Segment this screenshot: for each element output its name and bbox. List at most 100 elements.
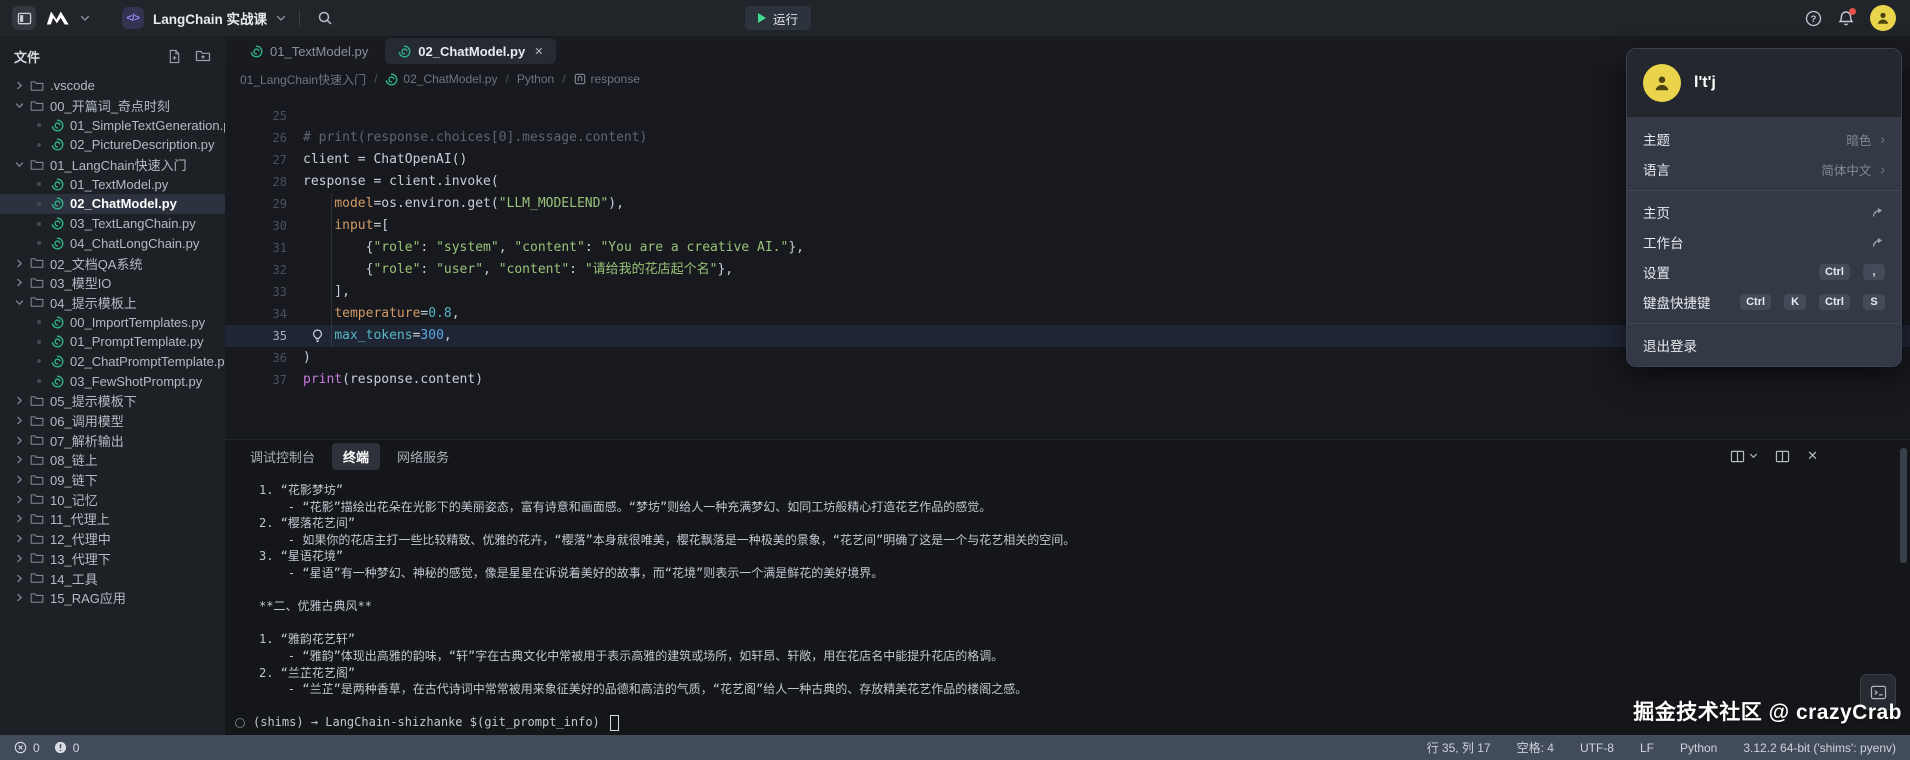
chevron-right-icon xyxy=(15,396,24,405)
python-file-icon xyxy=(51,178,64,191)
tree-item[interactable]: 15_RAG应用 xyxy=(0,588,225,608)
folder-icon xyxy=(30,159,44,171)
tree-item[interactable]: 11_代理上 xyxy=(0,509,225,529)
breadcrumb-item[interactable]: Python xyxy=(517,72,554,86)
terminal-scrollbar[interactable] xyxy=(1900,448,1907,563)
tree-item[interactable]: 10_记忆 xyxy=(0,489,225,509)
tree-item[interactable]: 13_代理下 xyxy=(0,549,225,569)
chevron-right-icon xyxy=(15,278,24,287)
tree-item[interactable]: 08_链上 xyxy=(0,450,225,470)
tree-item[interactable]: 14_工具 xyxy=(0,568,225,588)
panel-tab[interactable]: 调试控制台 xyxy=(239,443,326,470)
tree-item[interactable]: 01_LangChain快速入门 xyxy=(0,155,225,175)
menu-item-right xyxy=(1871,235,1885,249)
workspace-chevron-down-icon[interactable] xyxy=(276,15,286,22)
split-panel-icon[interactable] xyxy=(1775,450,1790,463)
menu-item[interactable]: 工作台 xyxy=(1627,227,1901,257)
tree-item[interactable]: 02_文档QA系统 xyxy=(0,253,225,273)
user-avatar[interactable] xyxy=(1870,5,1896,31)
symbol-icon xyxy=(574,73,586,85)
editor-tab[interactable]: 01_TextModel.py xyxy=(237,38,381,64)
cursor-position[interactable]: 行 35, 列 17 xyxy=(1427,739,1491,756)
tree-item[interactable]: 01_SimpleTextGeneration.py xyxy=(0,115,225,135)
tree-item[interactable]: 01_TextModel.py xyxy=(0,174,225,194)
folder-icon xyxy=(30,454,44,466)
tree-item[interactable]: 03_FewShotPrompt.py xyxy=(0,371,225,391)
panel-tab[interactable]: 终端 xyxy=(332,442,381,470)
breadcrumb-item[interactable]: response xyxy=(574,72,640,86)
line-number: 27 xyxy=(272,153,287,167)
python-interpreter[interactable]: 3.12.2 64-bit ('shims': pyenv) xyxy=(1743,741,1896,755)
logo-chevron-down-icon[interactable] xyxy=(80,15,90,22)
tree-item[interactable]: 02_ChatPromptTemplate.py xyxy=(0,352,225,372)
terminal-line: - “雅韵”体现出高雅的韵味，“轩”字在古典文化中常被用于表示高雅的建筑或场所，… xyxy=(259,648,1004,663)
line-number: 26 xyxy=(272,131,287,145)
tree-item[interactable]: 04_ChatLongChain.py xyxy=(0,234,225,254)
python-file-icon xyxy=(51,119,64,132)
tree-item[interactable]: 04_提示模板上 xyxy=(0,293,225,313)
external-link-icon xyxy=(1871,235,1885,249)
tree-item[interactable]: 00_ImportTemplates.py xyxy=(0,312,225,332)
tree-item[interactable]: 02_ChatModel.py xyxy=(0,194,225,214)
tree-item[interactable]: 05_提示模板下 xyxy=(0,391,225,411)
new-file-icon[interactable] xyxy=(167,49,182,64)
warnings-icon[interactable] xyxy=(54,741,67,754)
run-label: 运行 xyxy=(773,12,799,27)
tree-item-label: 02_ChatModel.py xyxy=(70,196,177,212)
help-icon[interactable]: ? xyxy=(1805,10,1822,27)
menu-item[interactable]: 主页 xyxy=(1627,197,1901,227)
terminal-prompt[interactable]: (shims) → LangChain-shizhanke $(git_prom… xyxy=(235,714,1870,731)
breadcrumb-label: response xyxy=(590,72,640,86)
tree-item[interactable]: 06_调用模型 xyxy=(0,411,225,431)
tree-item[interactable]: 09_链下 xyxy=(0,470,225,490)
breadcrumb-item[interactable]: 01_LangChain快速入门 xyxy=(240,71,366,88)
tree-item[interactable]: 07_解析输出 xyxy=(0,430,225,450)
encoding[interactable]: UTF-8 xyxy=(1580,741,1614,755)
file-status-dot xyxy=(37,339,41,344)
indentation[interactable]: 空格: 4 xyxy=(1517,739,1554,756)
menu-item[interactable]: 设置 Ctrl, xyxy=(1627,257,1901,287)
warnings-count[interactable]: 0 xyxy=(73,741,80,755)
chevron-right-icon xyxy=(15,436,24,445)
tree-item[interactable]: 02_PictureDescription.py xyxy=(0,135,225,155)
tree-item[interactable]: 12_代理中 xyxy=(0,529,225,549)
breadcrumb-separator: / xyxy=(374,72,378,86)
panel-tab[interactable]: 网络服务 xyxy=(386,443,460,470)
workspace-name[interactable]: LangChain 实战课 xyxy=(153,8,267,28)
split-terminal-dropdown-icon[interactable] xyxy=(1730,450,1758,463)
close-panel-icon[interactable]: ✕ xyxy=(1807,448,1818,464)
menu-item[interactable]: 退出登录 xyxy=(1627,330,1901,360)
language-mode[interactable]: Python xyxy=(1680,741,1717,755)
kbd-key: Ctrl xyxy=(1819,294,1850,310)
terminal-output[interactable]: 1. “花影梦坊” - “花影”描绘出花朵在光影下的美丽姿态，富有诗意和画面感。… xyxy=(225,472,1910,731)
errors-count[interactable]: 0 xyxy=(33,741,40,755)
python-file-icon xyxy=(51,375,64,388)
menu-item[interactable]: 键盘快捷键 Ctrl K Ctrl S xyxy=(1627,287,1901,317)
terminal-line: - 如果你的花店主打一些比较精致、优雅的花卉，“樱落”本身就很唯美，樱花飘落是一… xyxy=(259,532,1076,547)
terminal-line: 2. “兰芷花艺阁” xyxy=(259,665,356,680)
menu-item[interactable]: 语言 简体中文 › xyxy=(1627,154,1901,184)
tree-item[interactable]: 00_开篇词_奇点时刻 xyxy=(0,96,225,116)
errors-icon[interactable] xyxy=(14,741,27,754)
code-line[interactable]: 37 print(response.content) xyxy=(225,369,1910,391)
line-number: 25 xyxy=(272,109,287,123)
tree-item-label: 15_RAG应用 xyxy=(50,591,126,607)
tree-item[interactable]: .vscode xyxy=(0,76,225,96)
notifications-bell-icon[interactable] xyxy=(1838,7,1856,27)
sidebar-toggle-button[interactable] xyxy=(12,6,36,30)
marscode-logo[interactable] xyxy=(45,9,71,27)
run-button[interactable]: 运行 xyxy=(745,6,812,30)
search-icon[interactable] xyxy=(317,10,333,26)
editor-tab[interactable]: 02_ChatModel.py ✕ xyxy=(385,38,557,64)
menu-item[interactable]: 主题 暗色 › xyxy=(1627,124,1901,154)
chevron-right-icon xyxy=(15,416,24,425)
tree-item-label: 06_调用模型 xyxy=(50,414,124,430)
tree-item[interactable]: 03_TextLangChain.py xyxy=(0,214,225,234)
tab-close-icon[interactable]: ✕ xyxy=(534,45,543,58)
breadcrumb-item[interactable]: 02_ChatModel.py xyxy=(385,72,497,86)
tree-item-label: 01_PromptTemplate.py xyxy=(70,334,204,350)
tree-item[interactable]: 01_PromptTemplate.py xyxy=(0,332,225,352)
eol[interactable]: LF xyxy=(1640,741,1654,755)
new-folder-icon[interactable] xyxy=(195,49,211,64)
tree-item[interactable]: 03_模型IO xyxy=(0,273,225,293)
